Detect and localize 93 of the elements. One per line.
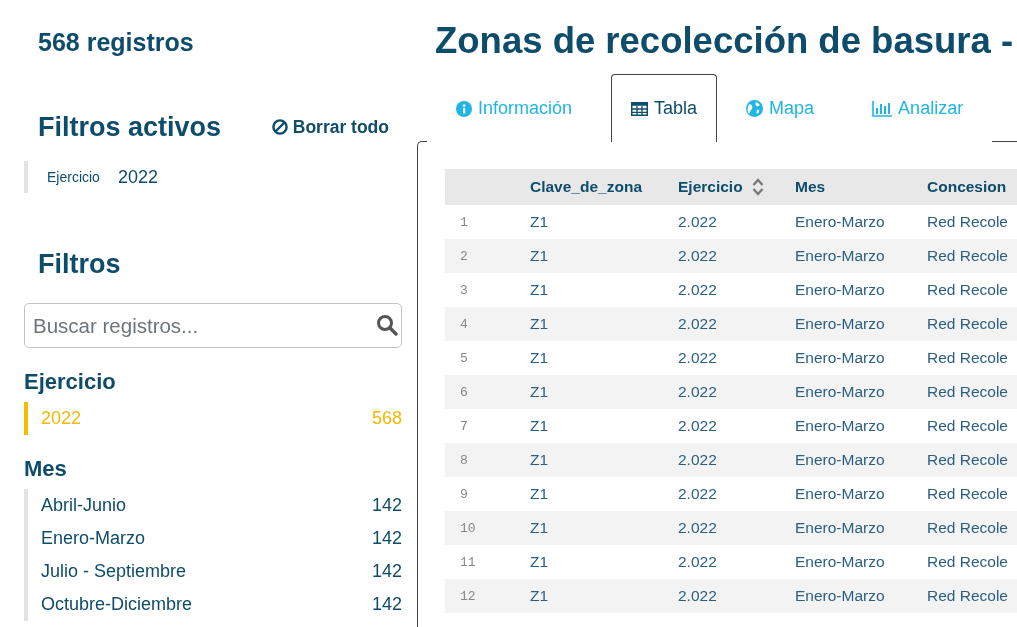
option-count: 568: [371, 408, 402, 429]
tab[interactable]: Tabla: [611, 74, 718, 142]
table-cell: 2.022: [678, 349, 717, 366]
table-cell: Red Recole: [927, 485, 1008, 502]
table-cell: Enero-Marzo: [795, 315, 885, 332]
option-count: 142: [371, 495, 402, 516]
table-cell: 2.022: [678, 247, 717, 264]
option-label: 2022: [41, 408, 82, 429]
table-cell: Z1: [530, 281, 549, 298]
table-cell: Z1: [530, 553, 549, 570]
table-cell: Enero-Marzo: [795, 485, 885, 502]
option-count: 142: [371, 528, 402, 549]
table-cell: Z1: [530, 213, 549, 230]
table-cell: Red Recole: [927, 213, 1008, 230]
table-cell: 2.022: [678, 315, 717, 332]
table-cell: Red Recole: [927, 281, 1008, 298]
filter-option[interactable]: Abril-Junio 142: [28, 489, 402, 522]
globe-icon: [746, 100, 764, 117]
table-cell: Enero-Marzo: [795, 349, 885, 366]
table-cell: Red Recole: [927, 315, 1008, 332]
row-number: 4: [460, 316, 468, 332]
row-number: 8: [460, 452, 468, 468]
table-cell: Red Recole: [927, 247, 1008, 264]
search-field[interactable]: Buscar registros...: [24, 303, 402, 348]
filter-group-title: Ejercicio: [24, 369, 117, 395]
search-icon: [376, 314, 398, 336]
table-cell: Enero-Marzo: [795, 247, 885, 264]
table-cell: Z1: [530, 383, 549, 400]
filter-value: 2022: [117, 166, 158, 188]
table-cell: Z1: [530, 519, 549, 536]
filter-option[interactable]: Octubre-Diciembre 142: [28, 588, 402, 621]
table-icon: [631, 101, 649, 116]
table-cell: 2.022: [678, 485, 717, 502]
row-number: 9: [460, 486, 468, 502]
table-cell: Red Recole: [927, 519, 1008, 536]
row-number: 7: [460, 418, 468, 434]
sort-icon: [751, 178, 764, 196]
table-cell: Enero-Marzo: [795, 417, 885, 434]
filter-option[interactable]: Julio - Septiembre 142: [28, 555, 402, 588]
option-label: Octubre-Diciembre: [41, 594, 193, 615]
table-cell: Enero-Marzo: [795, 553, 885, 570]
table-cell: Z1: [530, 315, 549, 332]
table-cell: Enero-Marzo: [795, 451, 885, 468]
table-cell: Enero-Marzo: [795, 519, 885, 536]
table-cell: Red Recole: [927, 587, 1008, 604]
section-title: Filtros activos: [38, 111, 222, 144]
table-cell: 2.022: [678, 281, 717, 298]
table-cell: Z1: [530, 247, 549, 264]
option-label: Julio - Septiembre: [41, 561, 187, 582]
table-cell: Red Recole: [927, 553, 1008, 570]
clear-all-button[interactable]: Borrar todo: [271, 116, 389, 138]
row-number: 11: [460, 554, 476, 570]
table-cell: Enero-Marzo: [795, 587, 885, 604]
table-cell: 2.022: [678, 417, 717, 434]
option-count: 142: [371, 561, 402, 582]
row-number: 3: [460, 282, 468, 298]
table-cell: 2.022: [678, 587, 717, 604]
table-cell: 2.022: [678, 553, 717, 570]
row-number: 12: [460, 588, 476, 604]
table-cell: Red Recole: [927, 349, 1008, 366]
option-label: Abril-Junio: [41, 495, 127, 516]
table-cell: Red Recole: [927, 451, 1008, 468]
filter-field: Ejercicio: [47, 169, 100, 185]
table-cell: Z1: [530, 587, 549, 604]
info-icon: [456, 100, 472, 117]
row-number: 6: [460, 384, 468, 400]
filter-group-title: Mes: [24, 456, 68, 482]
ban-icon: [271, 119, 288, 135]
table-cell: Z1: [530, 485, 549, 502]
bar-chart-icon: [872, 100, 893, 117]
row-number: 5: [460, 350, 468, 366]
table-cell: 2.022: [678, 451, 717, 468]
page-title: Zonas de recolección de basura -: [435, 19, 1015, 63]
option-count: 142: [371, 594, 402, 615]
table-cell: Enero-Marzo: [795, 383, 885, 400]
table-cell: Z1: [530, 349, 549, 366]
row-number: 10: [460, 520, 476, 536]
option-label: Enero-Marzo: [41, 528, 146, 549]
table-cell: 2.022: [678, 519, 717, 536]
table-cell: Enero-Marzo: [795, 213, 885, 230]
section-title: Filtros: [38, 248, 122, 281]
table-cell: Red Recole: [927, 417, 1008, 434]
table-cell: Enero-Marzo: [795, 281, 885, 298]
table-cell: Red Recole: [927, 383, 1008, 400]
row-number: 1: [460, 214, 468, 230]
table-cell: Z1: [530, 417, 549, 434]
record-count: 568 registros: [38, 27, 195, 58]
table-cell: Z1: [530, 451, 549, 468]
column-header[interactable]: Mes: [795, 178, 826, 196]
filter-option[interactable]: Enero-Marzo 142: [28, 522, 402, 555]
table-cell: 2.022: [678, 213, 717, 230]
row-number: 2: [460, 248, 468, 264]
table-cell: 2.022: [678, 383, 717, 400]
